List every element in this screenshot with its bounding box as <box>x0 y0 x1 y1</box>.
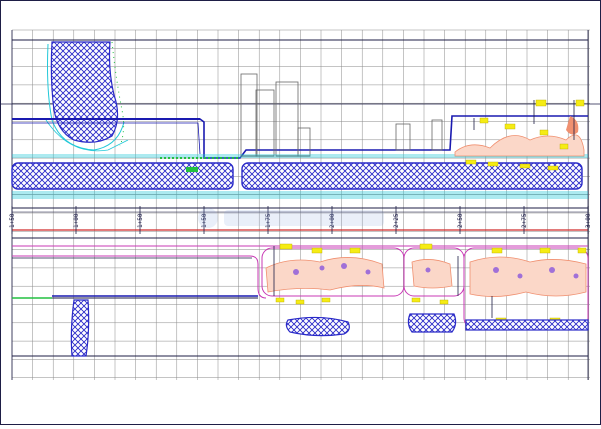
station-label: 1+50 <box>9 213 16 228</box>
hatched-island-left <box>285 316 350 337</box>
hatched-island-right <box>407 313 457 333</box>
hatched-road-band-right <box>241 162 583 190</box>
hatched-pier-bottom <box>70 299 90 357</box>
hatched-road-band-bottom <box>465 319 589 331</box>
station-label: 1+50 <box>137 213 144 228</box>
hatched-pier-top <box>50 41 119 143</box>
station-label: 2+25 <box>393 213 400 228</box>
station-label: 3+00 <box>585 213 592 228</box>
station-label: 1+00 <box>73 213 80 228</box>
cad-drawing: 1+501+001+501+501+752+002+252+502+753+00 <box>0 0 601 425</box>
station-label: 2+75 <box>521 213 528 228</box>
hatched-road-band-left <box>11 162 234 190</box>
cad-drawing-viewport: 1+501+001+501+501+752+002+252+502+753+00 <box>0 0 601 425</box>
lower-profile-view <box>12 243 589 357</box>
station-label: 2+50 <box>457 213 464 228</box>
watermark-logo <box>198 208 384 228</box>
vegetation-cluster-bottom <box>265 256 587 297</box>
